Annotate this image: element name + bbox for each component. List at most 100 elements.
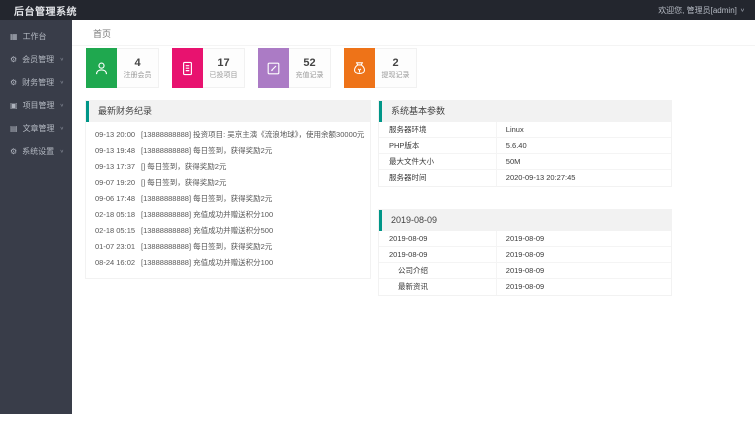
article-date: 2019-08-09 [495,263,671,278]
articles-icon: ▤ [10,124,18,133]
system-params-panel: 系统基本参数 服务器环境 Linux PHP版本 5.6.40 最大文件大小 5… [378,100,672,187]
stat-card-projects[interactable]: 17 已投项目 [172,48,245,88]
list-item: 09-13 17:37 [] 每日签到，获得奖励2元 [86,159,370,175]
sidebar-item-label: 财务管理 [22,78,55,87]
stat-card-withdrawals[interactable]: 2 提现记录 [344,48,417,88]
table-row: 公司介绍 2019-08-09 [379,263,671,279]
article-label: 最新资讯 [398,282,428,291]
article-label: 2019-08-09 [389,234,428,243]
money-bag-icon [344,48,375,88]
sidebar: ▦ 工作台 ⚙ 会员管理 ∨ ⚙ 财务管理 ∨ ▣ 项目管理 ∨ ▤ 文章管理 … [0,20,72,414]
param-value: Linux [495,122,671,137]
sidebar-item-label: 文章管理 [22,124,55,133]
chevron-down-icon: ∨ [59,126,64,132]
stat-value: 52 [303,56,316,69]
user-menu[interactable]: 欢迎您, 管理员[admin] ∨ [658,5,755,16]
record-time: 09-07 19:20 [95,178,136,187]
chevron-down-icon: ∨ [59,103,64,109]
param-label: 服务器环境 [389,125,427,134]
chevron-down-icon: ∨ [739,7,745,13]
table-row: 服务器时间 2020-09-13 20:27:45 [379,170,671,186]
user-icon [86,48,117,88]
record-time: 09-13 20:00 [95,130,136,139]
chevron-down-icon: ∨ [59,80,64,86]
table-row: 2019-08-09 2019-08-09 [379,231,671,247]
stat-card-info: 17 已投项目 [203,48,245,88]
list-item: 02-18 05:15 [13888888888] 充值成功并赠送积分500 [86,223,370,239]
record-text: [13888888888] 每日签到，获得奖励2元 [141,194,273,203]
admin-dashboard: 后台管理系统 欢迎您, 管理员[admin] ∨ ▦ 工作台 ⚙ 会员管理 ∨ … [0,0,755,435]
stat-cards-row: 4 注册会员 17 已投项目 52 充值记录 2 提现记录 [86,48,417,88]
list-item: 09-07 19:20 [] 每日签到，获得奖励2元 [86,175,370,191]
record-time: 09-06 17:48 [95,194,136,203]
stat-card-info: 2 提现记录 [375,48,417,88]
sidebar-item-label: 系统设置 [22,147,55,156]
chevron-down-icon: ∨ [59,149,64,155]
list-item: 09-13 19:48 [13888888888] 每日签到，获得奖励2元 [86,143,370,159]
document-icon [172,48,203,88]
stat-value: 2 [392,56,399,69]
finance-records-list: 09-13 20:00 [13888888888] 投资项目: 吴京主演《流浪地球… [86,122,370,278]
stat-card-info: 52 充值记录 [289,48,331,88]
sidebar-item-members[interactable]: ⚙ 会员管理 ∨ [0,48,72,71]
record-time: 02-18 05:15 [95,226,136,235]
sidebar-item-articles[interactable]: ▤ 文章管理 ∨ [0,117,72,140]
stat-label: 提现记录 [381,71,410,79]
stat-label: 充值记录 [295,71,324,79]
sidebar-item-projects[interactable]: ▣ 项目管理 ∨ [0,94,72,117]
main-content: 首页 4 注册会员 17 已投项目 52 充值记录 2 提现记录 最新财务纪录 … [72,20,755,435]
list-item: 02-18 05:18 [13888888888] 充值成功并赠送积分100 [86,207,370,223]
record-time: 01-07 23:01 [95,242,136,251]
breadcrumb: 首页 [72,20,755,46]
table-row: 2019-08-09 2019-08-09 [379,247,671,263]
list-item: 09-06 17:48 [13888888888] 每日签到，获得奖励2元 [86,191,370,207]
table-row: 最新资讯 2019-08-09 [379,279,671,295]
record-time: 08-24 16:02 [95,258,136,267]
record-text: [] 每日签到，获得奖励2元 [141,178,227,187]
chevron-down-icon: ∨ [59,57,64,63]
article-date: 2019-08-09 [495,279,671,295]
projects-icon: ▣ [10,101,18,110]
top-bar: 后台管理系统 欢迎您, 管理员[admin] ∨ [0,0,755,20]
sidebar-item-workbench[interactable]: ▦ 工作台 [0,25,72,48]
param-value: 50M [495,154,671,169]
article-date: 2019-08-09 [495,247,671,262]
record-text: [] 每日签到，获得奖励2元 [141,162,227,171]
app-title: 后台管理系统 [14,6,77,18]
table-row: PHP版本 5.6.40 [379,138,671,154]
articles-panel: 2019-08-09 2019-08-09 2019-08-09 2019-08… [378,209,672,296]
sidebar-item-settings[interactable]: ⚙ 系统设置 ∨ [0,140,72,163]
sidebar-item-label: 项目管理 [22,101,55,110]
sidebar-item-label: 会员管理 [22,55,55,64]
finance-icon: ⚙ [10,78,18,87]
members-icon: ⚙ [10,55,18,64]
table-row: 最大文件大小 50M [379,154,671,170]
sidebar-item-finance[interactable]: ⚙ 财务管理 ∨ [0,71,72,94]
stat-card-recharges[interactable]: 52 充值记录 [258,48,331,88]
welcome-text: 欢迎您, 管理员[admin] [658,5,737,15]
article-label: 公司介绍 [398,266,428,275]
list-item: 01-07 23:01 [13888888888] 每日签到，获得奖励2元 [86,239,370,255]
list-item: 09-13 20:00 [13888888888] 投资项目: 吴京主演《流浪地球… [86,127,370,143]
stat-card-members[interactable]: 4 注册会员 [86,48,159,88]
record-text: [13888888888] 投资项目: 吴京主演《流浪地球》，使用余额30000… [141,130,365,139]
finance-records-panel: 最新财务纪录 09-13 20:00 [13888888888] 投资项目: 吴京… [85,100,371,279]
stat-label: 注册会员 [123,71,152,79]
param-label: 最大文件大小 [389,157,434,166]
stat-card-info: 4 注册会员 [117,48,159,88]
record-text: [13888888888] 每日签到，获得奖励2元 [141,242,273,251]
sidebar-item-label: 工作台 [22,32,47,41]
edit-icon [258,48,289,88]
stat-label: 已投项目 [209,71,238,79]
record-text: [13888888888] 每日签到，获得奖励2元 [141,146,273,155]
record-text: [13888888888] 充值成功并赠送积分100 [141,210,274,219]
breadcrumb-home-link[interactable]: 首页 [93,29,111,39]
record-time: 09-13 19:48 [95,146,136,155]
record-text: [13888888888] 充值成功并赠送积分100 [141,258,274,267]
list-item: 08-24 16:02 [13888888888] 充值成功并赠送积分100 [86,255,370,271]
panel-title: 最新财务纪录 [86,101,370,122]
settings-icon: ⚙ [10,147,18,156]
param-label: 服务器时间 [389,173,427,182]
article-date: 2019-08-09 [495,231,671,246]
record-time: 09-13 17:37 [95,162,136,171]
